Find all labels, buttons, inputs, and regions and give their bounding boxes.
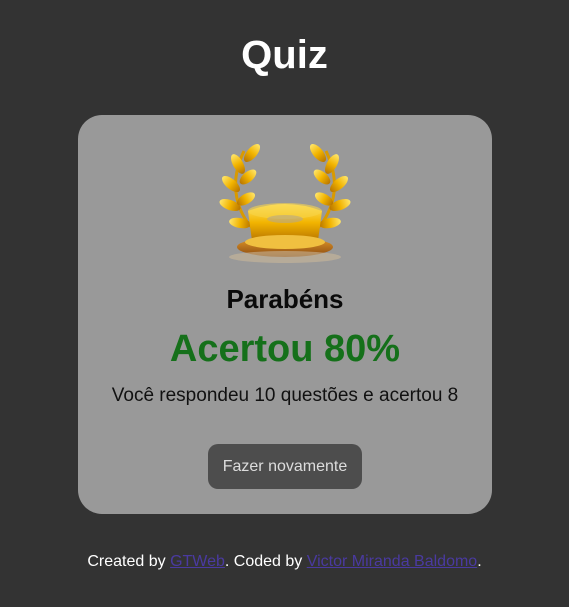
footer-coded-prefix: . Coded by	[224, 553, 307, 570]
result-card: Parabéns Acertou 80% Você respondeu 10 q…	[78, 115, 492, 514]
footer-author-link[interactable]: Victor Miranda Baldomo	[307, 553, 477, 570]
result-summary: Você respondeu 10 questões e acertou 8	[111, 385, 459, 406]
congrats-heading: Parabéns	[226, 284, 344, 314]
footer: Created by GTWeb. Coded by Victor Mirand…	[0, 552, 569, 572]
retry-button[interactable]: Fazer novamente	[208, 444, 362, 489]
page-title: Quiz	[241, 33, 328, 77]
score-text: Acertou 80%	[169, 328, 401, 370]
footer-suffix: .	[477, 553, 482, 570]
laurel-trophy-icon	[219, 143, 351, 263]
footer-created-prefix: Created by	[87, 553, 171, 570]
footer-gtweb-link[interactable]: GTWeb	[170, 553, 225, 570]
